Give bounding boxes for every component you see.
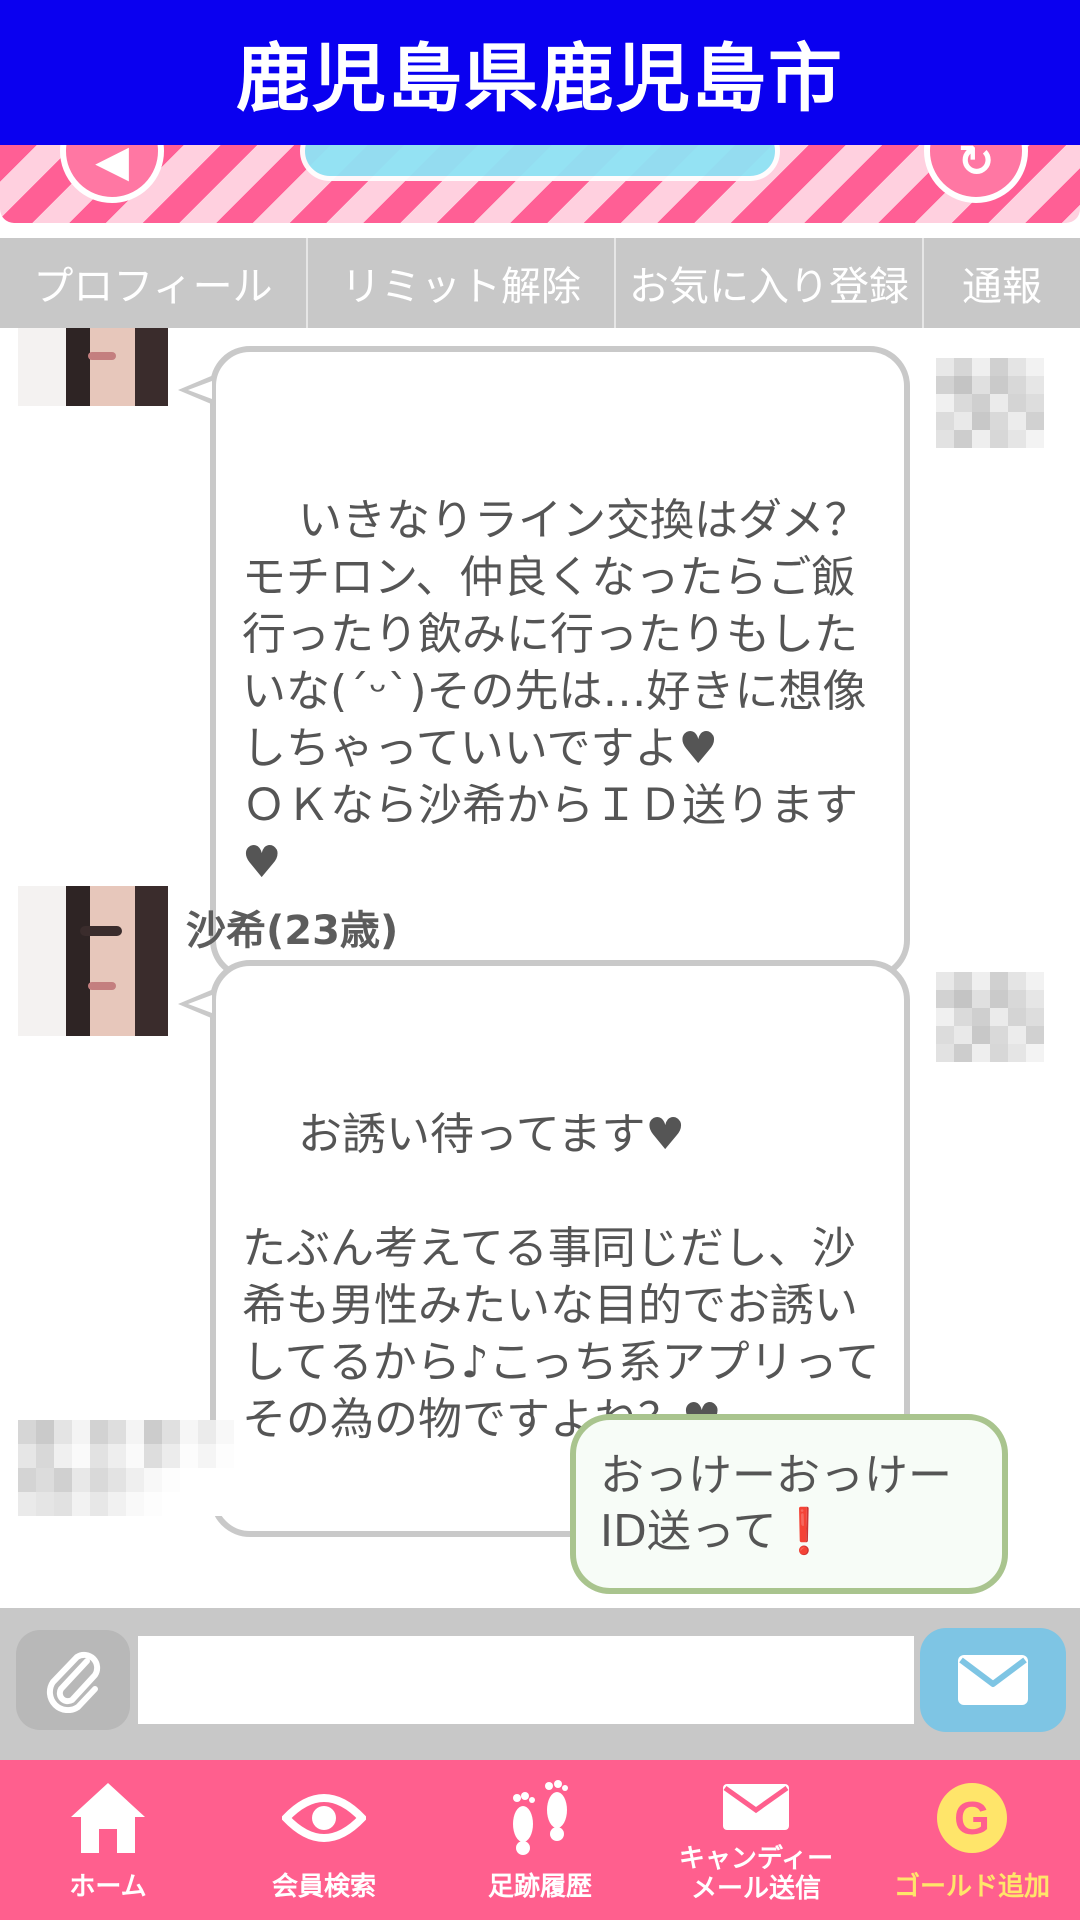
footprints-icon — [495, 1776, 585, 1860]
timestamp-pixelated — [18, 1420, 234, 1516]
nav-home[interactable]: ホーム — [0, 1760, 216, 1920]
bottom-navigation: ホーム 会員検索 足跡履歴 キャンディー メール送信 G ゴールド追加 — [0, 1760, 1080, 1920]
app-logo — [300, 145, 780, 181]
attach-button[interactable] — [16, 1630, 130, 1730]
avatar-mouth — [88, 982, 116, 990]
avatar[interactable] — [18, 886, 168, 1036]
mail-icon — [711, 1776, 801, 1838]
bubble-tail — [178, 988, 216, 1020]
action-tabs: プロフィール リミット解除 お気に入り登録 通報 — [0, 238, 1080, 328]
avatar[interactable] — [18, 328, 168, 406]
back-arrow-icon: ◀ — [95, 145, 129, 187]
message-input[interactable] — [138, 1636, 914, 1724]
exclamation-icon: ❗ — [776, 1506, 832, 1557]
outgoing-message-bubble: おっけーおっけー ID送って❗ — [570, 1414, 1008, 1594]
back-button[interactable]: ◀ — [60, 145, 164, 203]
nav-footprints[interactable]: 足跡履歴 — [432, 1760, 648, 1920]
nav-label: キャンディー メール送信 — [678, 1844, 834, 1904]
nav-label: 会員検索 — [271, 1872, 376, 1902]
nav-candy-mail[interactable]: キャンディー メール送信 — [648, 1760, 864, 1920]
reload-icon: ↻ — [957, 145, 995, 187]
tab-report[interactable]: 通報 — [924, 238, 1080, 328]
reload-button[interactable]: ↻ — [924, 145, 1028, 203]
bubble-tail — [178, 374, 216, 406]
nav-label: ゴールド追加 — [893, 1872, 1050, 1902]
envelope-icon — [958, 1655, 1028, 1705]
chat-thread[interactable]: いきなりライン交換はダメ？モチロン、仲良くなったらご飯行ったり飲みに行ったりもし… — [0, 328, 1080, 1608]
sender-name: 沙希(23歳) — [186, 908, 399, 954]
paperclip-icon — [46, 1651, 101, 1713]
nav-label: ホーム — [69, 1872, 147, 1902]
tab-add-favorite[interactable]: お気に入り登録 — [616, 238, 924, 328]
gold-g-icon: G — [927, 1776, 1017, 1860]
timestamp-pixelated — [936, 358, 1044, 450]
tab-profile[interactable]: プロフィール — [0, 238, 308, 328]
eye-icon — [279, 1776, 369, 1860]
avatar-mouth — [88, 352, 116, 360]
header-bar: 鹿児島県鹿児島市 — [0, 0, 1080, 145]
message-text: いきなりライン交換はダメ？モチロン、仲良くなったらご飯行ったり飲みに行ったりもし… — [242, 495, 869, 888]
timestamp-pixelated — [936, 972, 1044, 1064]
incoming-message-bubble: いきなりライン交換はダメ？モチロン、仲良くなったらご飯行ったり飲みに行ったりもし… — [178, 346, 910, 980]
tab-limit-release[interactable]: リミット解除 — [308, 238, 616, 328]
nav-gold-add[interactable]: G ゴールド追加 — [864, 1760, 1080, 1920]
send-button[interactable] — [920, 1628, 1066, 1732]
message-text: お誘い待ってます♥ たぶん考えてる事同じだし、沙希も男性みたいな目的でお誘いして… — [242, 1109, 880, 1445]
home-icon — [63, 1776, 153, 1860]
nav-label: 足跡履歴 — [487, 1872, 592, 1902]
app-banner: ◀ ↻ — [0, 145, 1080, 223]
nav-member-search[interactable]: 会員検索 — [216, 1760, 432, 1920]
svg-text:G: G — [954, 1792, 990, 1844]
avatar-eyes — [80, 926, 122, 936]
message-composer — [0, 1608, 1080, 1760]
page-title: 鹿児島県鹿児島市 — [236, 36, 844, 122]
